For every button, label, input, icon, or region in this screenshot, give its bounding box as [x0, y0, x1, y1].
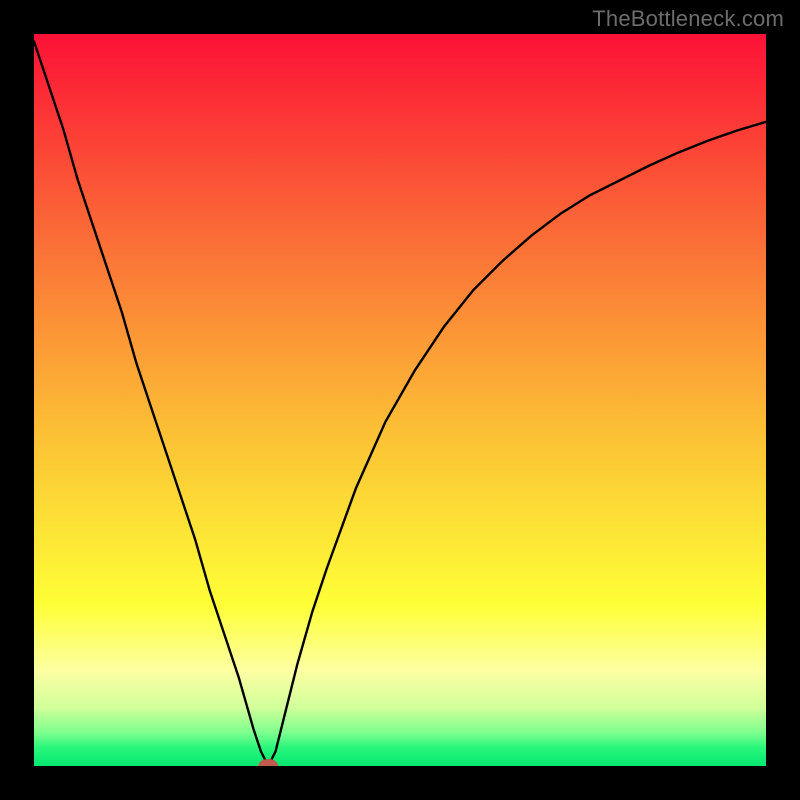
- chart-svg: [34, 34, 766, 766]
- chart-plot-area: [34, 34, 766, 766]
- chart-background: [34, 34, 766, 766]
- watermark-text: TheBottleneck.com: [592, 6, 784, 32]
- chart-frame: TheBottleneck.com: [0, 0, 800, 800]
